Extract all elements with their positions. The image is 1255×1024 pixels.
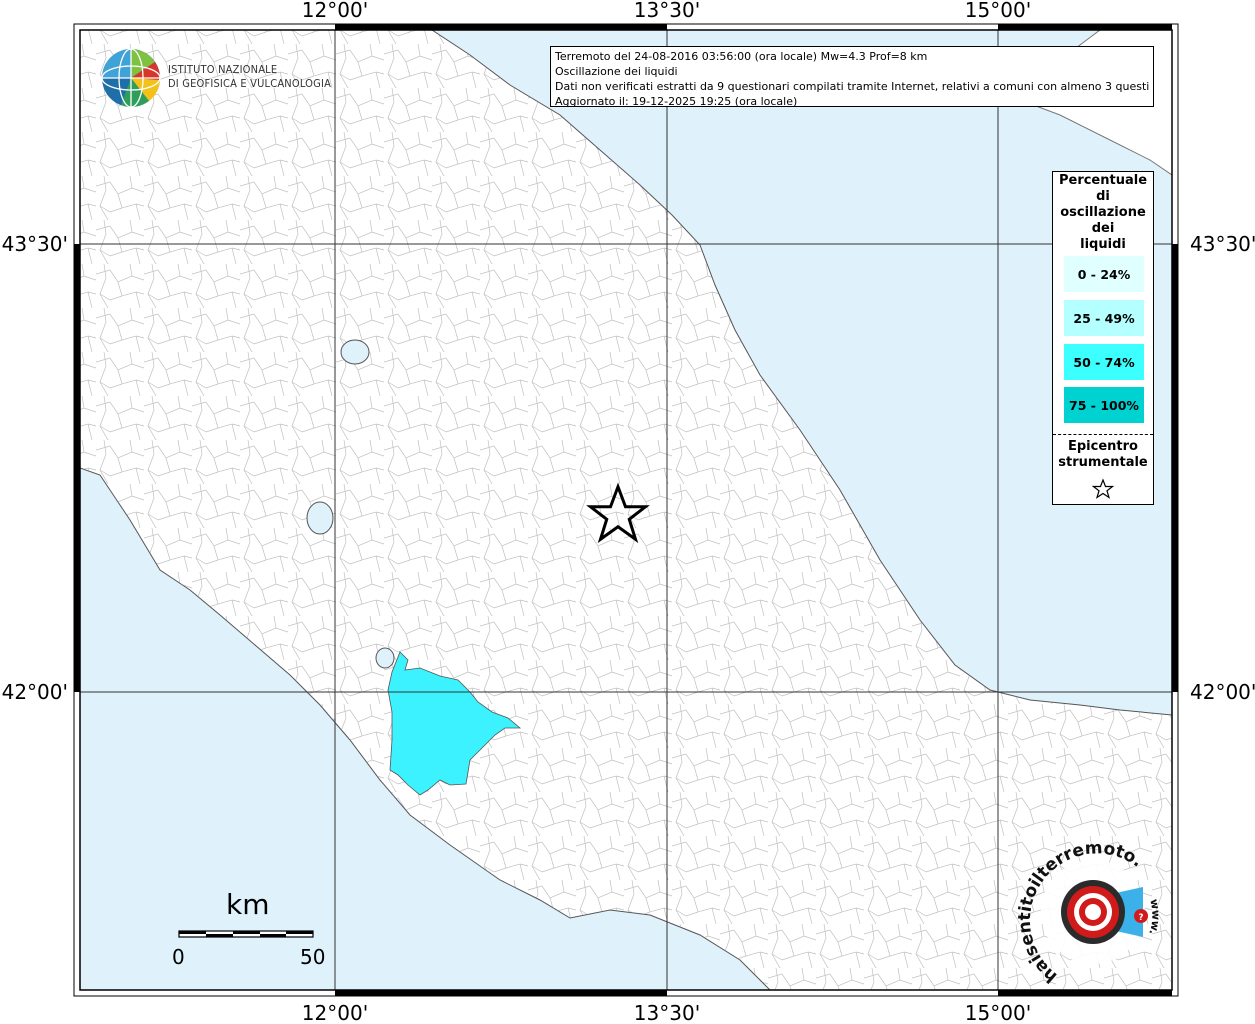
info-line-2: Oscillazione dei liquidi (555, 65, 678, 78)
legend-separator (1053, 434, 1153, 435)
legend-epicenter-label: Epicentro strumentale (1053, 439, 1153, 471)
legend-epi-line-2: strumentale (1058, 455, 1148, 470)
top-label-3: 15°00' (965, 0, 1031, 22)
legend-title-3: oscillazione (1060, 205, 1146, 220)
top-label-1: 12°00' (302, 0, 368, 22)
bottom-label-2: 13°30' (634, 1001, 700, 1024)
scale-max: 50 (300, 945, 326, 969)
map-info-box: Terremoto del 24-08-2016 03:56:00 (ora l… (550, 46, 1154, 108)
left-label-2: 42°00' (2, 680, 68, 704)
legend-epi-line-1: Epicentro (1068, 439, 1138, 454)
scale-bar (178, 930, 314, 938)
legend-class-1-label: 0 - 24% (1077, 266, 1131, 282)
legend-title-5: liquidi (1080, 237, 1126, 252)
ingv-logo-text: ISTITUTO NAZIONALE DI GEOFISICA E VULCAN… (168, 63, 331, 91)
scale-min: 0 (172, 945, 185, 969)
bottom-label-3: 15°00' (965, 1001, 1031, 1024)
map-area (80, 30, 1172, 990)
left-label-1: 43°30' (2, 232, 68, 256)
ingv-line-1: ISTITUTO NAZIONALE (168, 63, 278, 76)
star-outline-icon (1092, 478, 1114, 499)
info-line-4: Aggiornato il: 19-12-2025 19:25 (ora loc… (555, 95, 798, 108)
top-label-2: 13°30' (634, 0, 700, 22)
map-canvas: 12°00' 13°30' 15°00' 12°00' 13°30' 15°00… (0, 0, 1255, 1024)
legend: Percentuale di oscillazione dei liquidi … (1052, 171, 1154, 505)
lake-bolsena (306, 501, 334, 535)
legend-class-4-label: 75 - 100% (1069, 397, 1139, 413)
right-label-2: 42°00' (1190, 680, 1255, 704)
ingv-globe-logo (101, 48, 161, 108)
legend-title: Percentuale di oscillazione dei liquidi (1053, 173, 1153, 253)
scale-unit: km (226, 888, 270, 921)
lake-bracciano (375, 647, 395, 669)
info-line-3: Dati non verificati estratti da 9 questi… (555, 80, 1149, 93)
legend-title-2: di (1096, 189, 1110, 204)
ingv-line-2: DI GEOFISICA E VULCANOLOGIA (168, 77, 332, 90)
info-line-1: Terremoto del 24-08-2016 03:56:00 (ora l… (555, 50, 928, 63)
legend-class-2[interactable]: 25 - 49% (1064, 300, 1144, 336)
bottom-label-1: 12°00' (302, 1001, 368, 1024)
legend-class-4[interactable]: 75 - 100% (1064, 387, 1144, 423)
lake-trasimeno (340, 339, 370, 365)
legend-title-1: Percentuale (1058, 173, 1148, 188)
legend-title-4: dei (1091, 221, 1115, 236)
legend-class-3-label: 50 - 74% (1073, 354, 1135, 370)
svg-text:?: ? (1138, 913, 1143, 923)
legend-class-1[interactable]: 0 - 24% (1064, 256, 1144, 292)
legend-class-2-label: 25 - 49% (1073, 310, 1135, 326)
legend-class-3[interactable]: 50 - 74% (1064, 344, 1144, 380)
right-label-1: 43°30' (1190, 232, 1255, 256)
